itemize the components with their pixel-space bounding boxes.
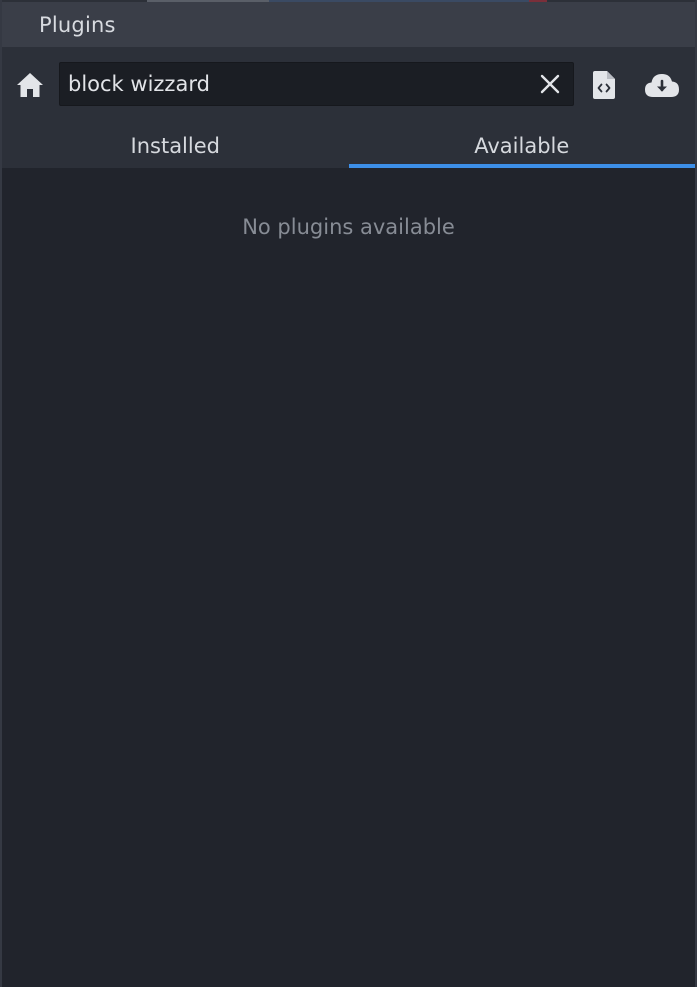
- home-icon: [17, 73, 43, 97]
- home-button[interactable]: [12, 68, 48, 102]
- search-box: [59, 62, 574, 106]
- import-file-button[interactable]: [586, 66, 622, 104]
- plugins-window: Plugins block wizzard Installed Availabl…: [0, 0, 697, 987]
- tab-bar: Installed Available: [2, 123, 695, 168]
- download-button[interactable]: [640, 66, 684, 104]
- search-input[interactable]: [60, 63, 520, 105]
- cloud-download-icon: [645, 74, 679, 97]
- tab-available[interactable]: Available: [348, 123, 696, 168]
- close-icon: [540, 74, 560, 94]
- tab-available-label: Available: [474, 133, 570, 158]
- tab-installed[interactable]: Installed: [2, 123, 349, 168]
- clear-search-button[interactable]: [537, 71, 563, 97]
- title-bar[interactable]: Plugins: [2, 2, 695, 47]
- file-code-icon: [593, 71, 615, 99]
- window-title: Plugins: [39, 12, 116, 37]
- empty-state-message: No plugins available: [242, 215, 455, 239]
- toolbar: [2, 47, 695, 123]
- tab-installed-label: Installed: [130, 133, 220, 158]
